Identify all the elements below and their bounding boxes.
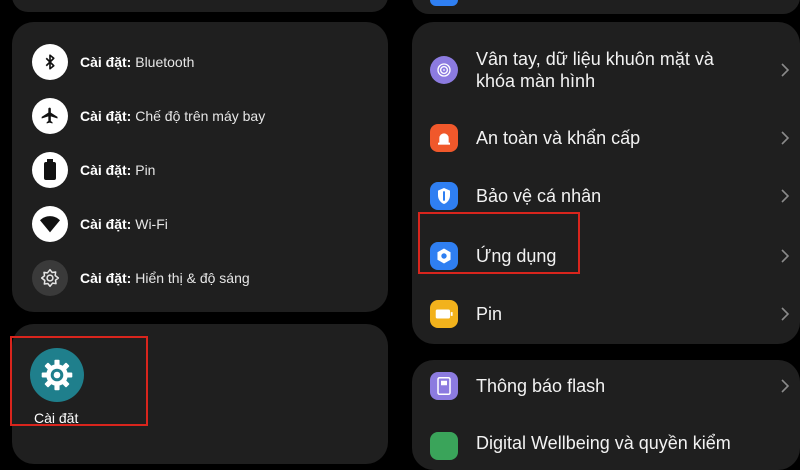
flash-notification-icon — [430, 372, 458, 400]
highlight-box-settings-app — [10, 336, 148, 426]
settings-group-2: Thông báo flash Digital Wellbeing và quy… — [412, 360, 800, 470]
settings-item-label: Bảo vệ cá nhân — [476, 186, 602, 206]
chevron-right-icon — [778, 307, 792, 321]
highlight-box-apps — [418, 212, 580, 274]
chevron-right-icon — [778, 249, 792, 263]
settings-item-label: Digital Wellbeing và quyền kiểm — [476, 433, 731, 453]
chevron-right-icon — [778, 131, 792, 145]
settings-item-battery[interactable]: Pin — [412, 292, 800, 336]
chevron-right-icon — [778, 379, 792, 393]
quick-setting-prefix: Cài đặt: — [80, 162, 132, 178]
quick-setting-label: Wi-Fi — [135, 216, 168, 232]
quick-setting-label: Hiển thị & độ sáng — [135, 270, 250, 286]
battery-icon — [32, 152, 68, 188]
settings-item-label-line2: khóa màn hình — [476, 71, 596, 91]
settings-item-biometrics[interactable]: Vân tay, dữ liệu khuôn mặt và khóa màn h… — [412, 38, 800, 102]
settings-group-1: Vân tay, dữ liệu khuôn mặt và khóa màn h… — [412, 22, 800, 344]
quick-setting-airplane[interactable]: Cài đặt: Chế độ trên máy bay — [32, 94, 265, 138]
chevron-right-icon — [778, 189, 792, 203]
wellbeing-icon — [430, 432, 458, 460]
quick-setting-wifi[interactable]: Cài đặt: Wi-Fi — [32, 202, 168, 246]
quick-setting-prefix: Cài đặt: — [80, 54, 132, 70]
privacy-shield-icon — [430, 182, 458, 210]
settings-item-flash-notification[interactable]: Thông báo flash — [412, 364, 800, 408]
wifi-icon — [32, 206, 68, 242]
quick-setting-label: Chế độ trên máy bay — [135, 108, 266, 124]
quick-setting-prefix: Cài đặt: — [80, 270, 132, 286]
partial-icon — [430, 0, 458, 6]
bluetooth-icon — [32, 44, 68, 80]
settings-item-safety[interactable]: An toàn và khẩn cấp — [412, 116, 800, 160]
settings-item-label: Thông báo flash — [476, 376, 606, 396]
quick-setting-battery[interactable]: Cài đặt: Pin — [32, 148, 155, 192]
fingerprint-icon — [430, 56, 458, 84]
brightness-icon — [32, 260, 68, 296]
quick-setting-label: Bluetooth — [135, 54, 195, 70]
settings-item-label: Vân tay, dữ liệu khuôn mặt và — [476, 49, 714, 69]
quick-setting-bluetooth[interactable]: Cài đặt: Bluetooth — [32, 40, 194, 84]
settings-item-label: An toàn và khẩn cấp — [476, 128, 641, 148]
quick-setting-display[interactable]: Cài đặt: Hiển thị & độ sáng — [32, 256, 250, 300]
airplane-icon — [32, 98, 68, 134]
quick-setting-prefix: Cài đặt: — [80, 108, 132, 124]
quick-setting-prefix: Cài đặt: — [80, 216, 132, 232]
settings-item-label: Pin — [476, 304, 503, 324]
top-card-left — [12, 0, 388, 12]
top-card-right — [412, 0, 800, 14]
settings-item-digital-wellbeing[interactable]: Digital Wellbeing và quyền kiểm — [412, 424, 800, 468]
emergency-icon — [430, 124, 458, 152]
chevron-right-icon — [778, 63, 792, 77]
quick-settings-card: Cài đặt: Bluetooth Cài đặt: Chế độ trên … — [12, 22, 388, 312]
battery-icon — [430, 300, 458, 328]
quick-setting-label: Pin — [135, 162, 156, 178]
